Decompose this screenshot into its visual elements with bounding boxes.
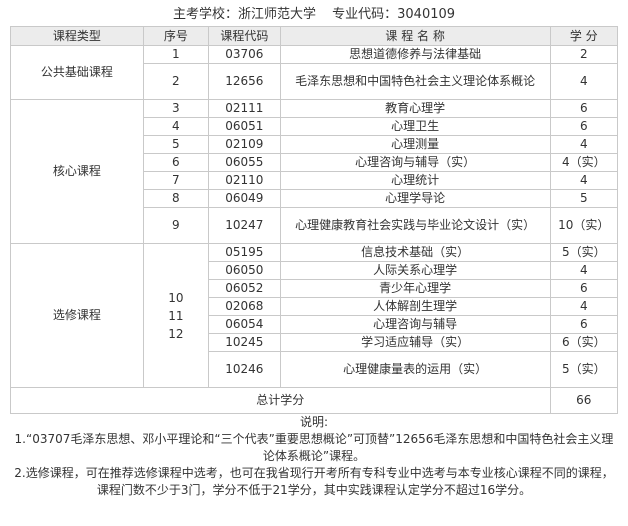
seq-cell: 1 xyxy=(142,45,209,64)
seq-cell: 9 xyxy=(142,207,209,244)
name-cell: 毛泽东思想和中国特色社会主义理论体系概论 xyxy=(279,63,551,100)
credit-cell: 4（实） xyxy=(549,153,619,172)
credit-cell: 4 xyxy=(549,63,619,100)
table-row: 选修课程 10 11 12 05195 信息技术基础（实） 5（实） xyxy=(10,243,619,388)
seq-cell: 2 xyxy=(142,63,209,100)
elective-seq: 12 xyxy=(168,326,184,341)
credit-cell: 6 xyxy=(549,117,619,136)
seq-cell: 4 xyxy=(142,117,209,136)
elective-seq: 11 xyxy=(168,308,184,323)
col-seq: 序号 xyxy=(142,26,209,46)
elective-seq: 10 xyxy=(168,290,184,305)
page-header: 主考学校：浙江师范大学 专业代码：3040109 xyxy=(10,4,618,26)
credit-cell: 6 xyxy=(549,315,619,334)
code-cell: 10245 xyxy=(207,333,281,352)
credit-cell: 6 xyxy=(549,279,619,298)
name-cell: 人际关系心理学 xyxy=(279,261,551,280)
col-name: 课 程 名 称 xyxy=(279,26,551,46)
credit-cell: 4 xyxy=(549,135,619,154)
col-credit: 学 分 xyxy=(549,26,619,46)
name-cell: 心理统计 xyxy=(279,171,551,190)
credit-cell: 4 xyxy=(549,261,619,280)
notes-title: 说明: xyxy=(299,415,329,429)
code-cell: 02110 xyxy=(207,171,281,190)
name-cell: 心理测量 xyxy=(279,135,551,154)
name-cell: 思想道德修养与法律基础 xyxy=(279,45,551,64)
group-label-core: 核心课程 xyxy=(10,99,144,244)
code-cell: 06054 xyxy=(207,315,281,334)
group-label-public: 公共基础课程 xyxy=(10,45,144,100)
total-value: 66 xyxy=(549,387,619,414)
total-row: 总计学分 66 xyxy=(10,387,619,414)
seq-cell: 7 xyxy=(142,171,209,190)
table-row: 公共基础课程 1 03706 思想道德修养与法律基础 2 xyxy=(10,45,619,100)
group-label-elective: 选修课程 xyxy=(10,243,144,388)
code-cell: 02111 xyxy=(207,99,281,118)
col-code: 课程代码 xyxy=(207,26,281,46)
major-code: 专业代码：3040109 xyxy=(332,7,456,22)
name-cell: 教育心理学 xyxy=(279,99,551,118)
page: 主考学校：浙江师范大学 专业代码：3040109 课程类型 序号 课程代码 课 … xyxy=(0,0,628,526)
course-table: 课程类型 序号 课程代码 课 程 名 称 学 分 公共基础课程 1 03706 … xyxy=(10,26,619,414)
code-cell: 06050 xyxy=(207,261,281,280)
name-cell: 学习适应辅导（实） xyxy=(279,333,551,352)
exam-school: 主考学校：浙江师范大学 xyxy=(172,7,316,22)
elective-seq-cell: 10 11 12 xyxy=(142,243,209,388)
seq-cell: 3 xyxy=(142,99,209,118)
notes: 说明: 1.“03707毛泽东思想、邓小平理论和“三个代表”重要思想概论”可顶替… xyxy=(10,414,618,499)
note-item: 2.选修课程，可在推荐选修课程中选考，也可在我省现行开考所有专科专业中选考与本专… xyxy=(14,466,614,497)
name-cell: 心理咨询与辅导 xyxy=(279,315,551,334)
total-label: 总计学分 xyxy=(10,387,551,414)
credit-cell: 6 xyxy=(549,99,619,118)
credit-cell: 10（实） xyxy=(549,207,619,244)
name-cell: 心理学导论 xyxy=(279,189,551,208)
credit-cell: 6（实） xyxy=(549,333,619,352)
col-type: 课程类型 xyxy=(10,26,144,46)
code-cell: 05195 xyxy=(207,243,281,262)
name-cell: 信息技术基础（实） xyxy=(279,243,551,262)
credit-cell: 2 xyxy=(549,45,619,64)
code-cell: 12656 xyxy=(207,63,281,100)
name-cell: 心理健康量表的运用（实） xyxy=(279,351,551,388)
code-cell: 10247 xyxy=(207,207,281,244)
seq-cell: 8 xyxy=(142,189,209,208)
name-cell: 青少年心理学 xyxy=(279,279,551,298)
name-cell: 心理健康教育社会实践与毕业论文设计（实） xyxy=(279,207,551,244)
credit-cell: 5（实） xyxy=(549,243,619,262)
code-cell: 02109 xyxy=(207,135,281,154)
note-item: 1.“03707毛泽东思想、邓小平理论和“三个代表”重要思想概论”可顶替”126… xyxy=(14,432,614,463)
credit-cell: 5 xyxy=(549,189,619,208)
name-cell: 心理卫生 xyxy=(279,117,551,136)
table-row: 核心课程 3 02111 教育心理学 6 xyxy=(10,99,619,244)
code-cell: 06055 xyxy=(207,153,281,172)
name-cell: 人体解剖生理学 xyxy=(279,297,551,316)
code-cell: 06051 xyxy=(207,117,281,136)
code-cell: 10246 xyxy=(207,351,281,388)
credit-cell: 4 xyxy=(549,297,619,316)
name-cell: 心理咨询与辅导（实） xyxy=(279,153,551,172)
credit-cell: 5（实） xyxy=(549,351,619,388)
credit-cell: 4 xyxy=(549,171,619,190)
seq-cell: 5 xyxy=(142,135,209,154)
code-cell: 06049 xyxy=(207,189,281,208)
code-cell: 03706 xyxy=(207,45,281,64)
seq-cell: 6 xyxy=(142,153,209,172)
table-header-row: 课程类型 序号 课程代码 课 程 名 称 学 分 xyxy=(10,26,619,46)
code-cell: 06052 xyxy=(207,279,281,298)
code-cell: 02068 xyxy=(207,297,281,316)
